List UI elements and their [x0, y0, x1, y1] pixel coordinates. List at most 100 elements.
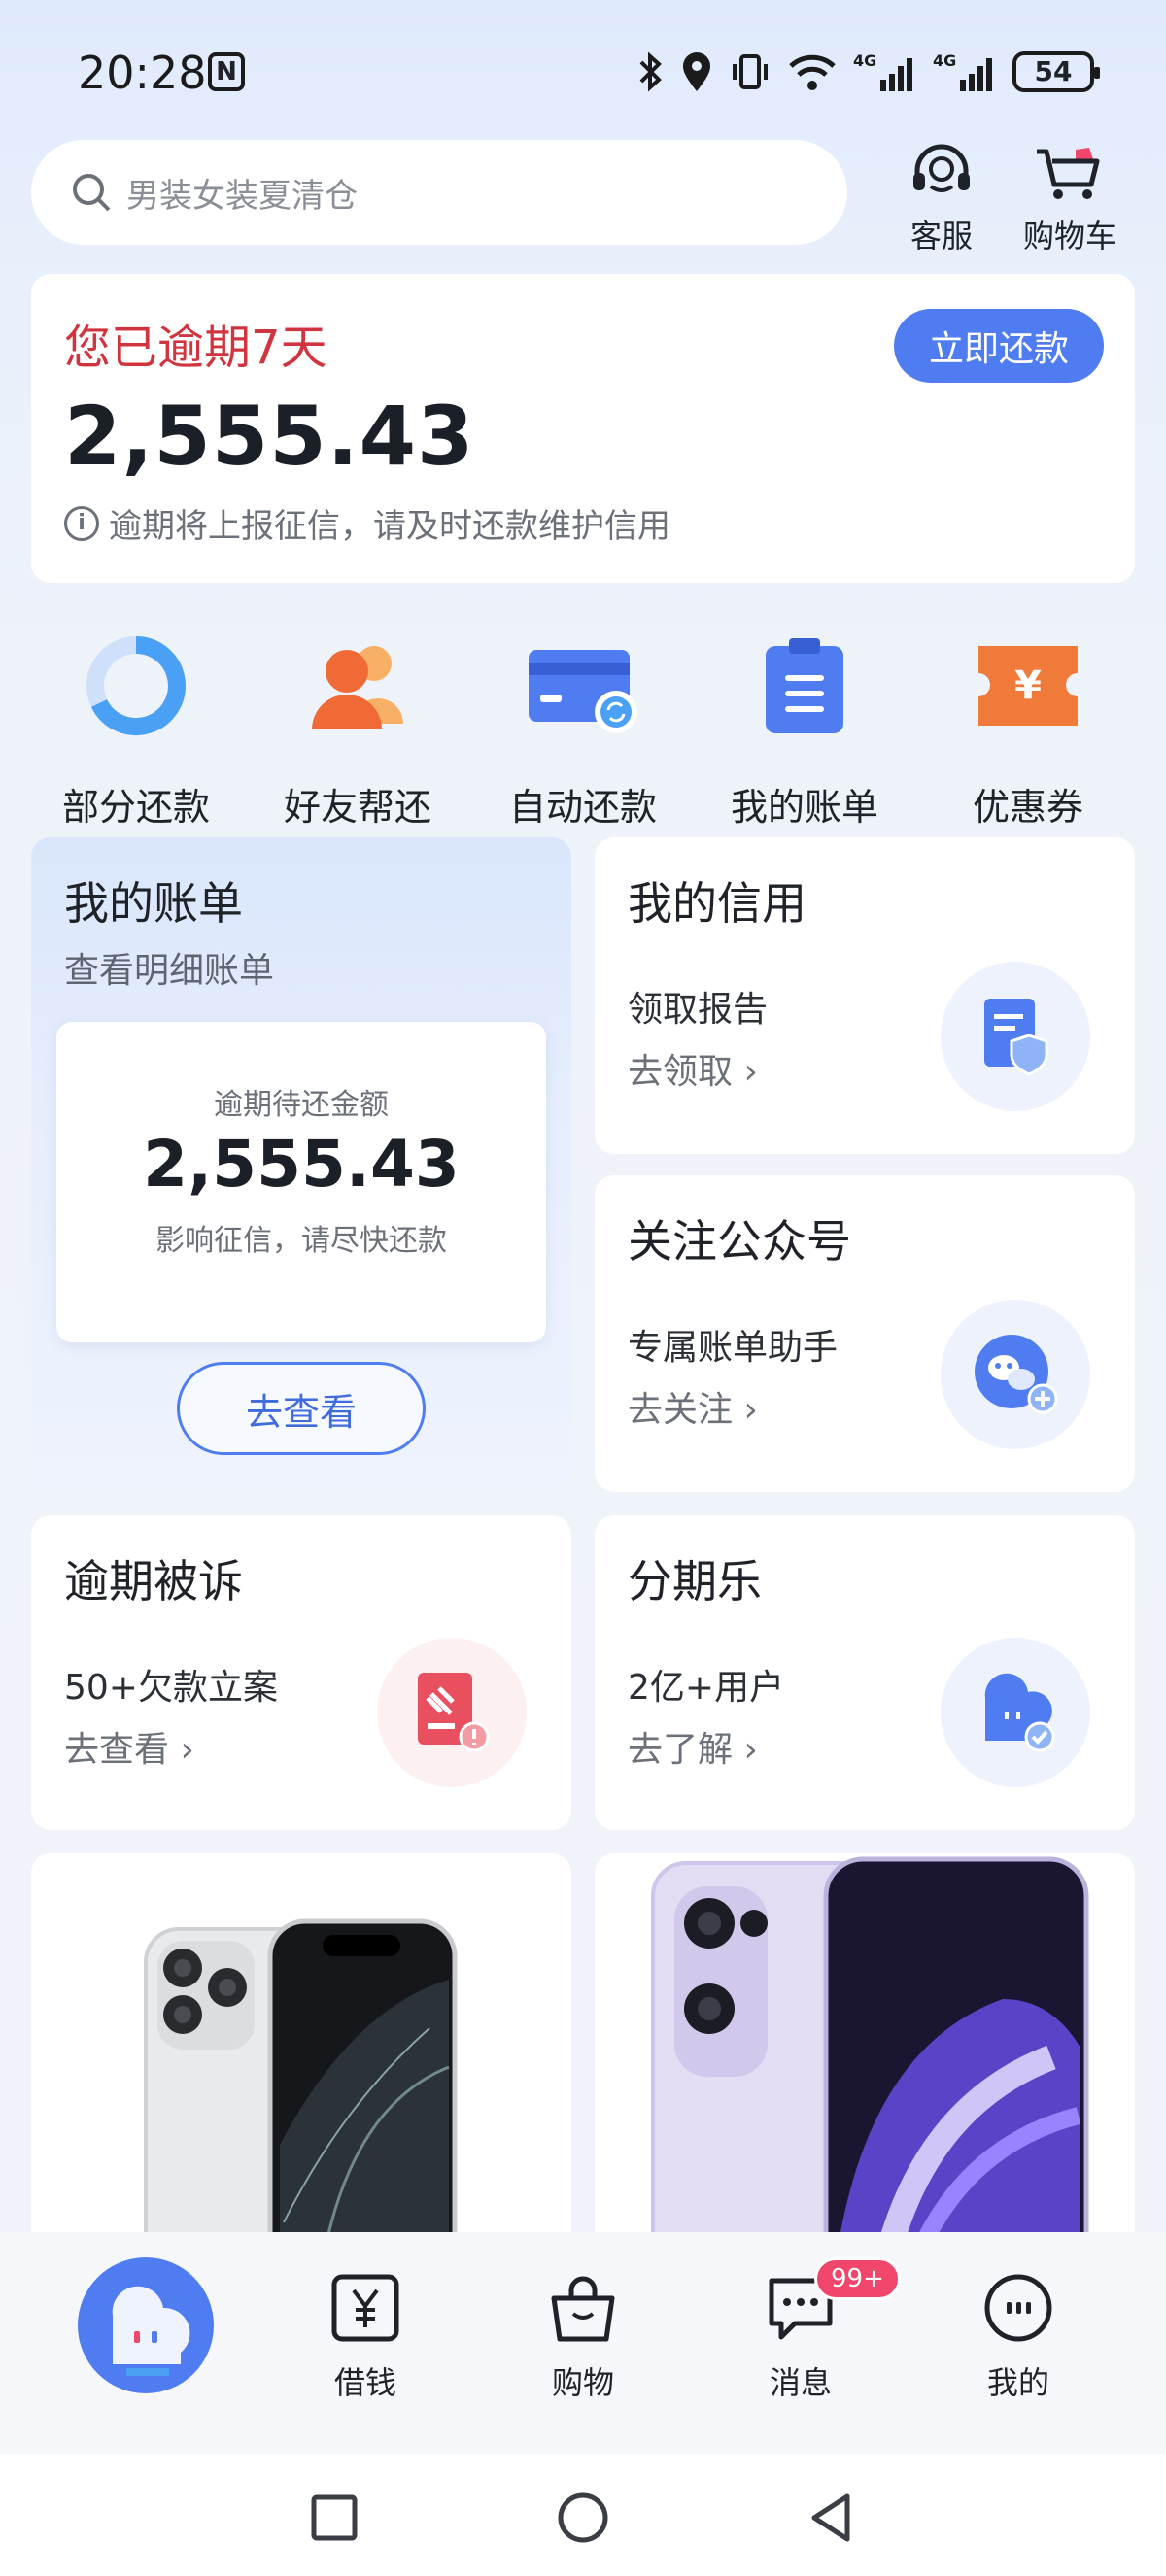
- quick-action-label: 好友帮还: [283, 786, 431, 829]
- clipboard-icon: [766, 638, 843, 733]
- follow-card-link-text: 去关注: [628, 1390, 734, 1430]
- credit-card-title: 我的信用: [628, 877, 806, 930]
- nfc-icon: N: [208, 52, 245, 91]
- quick-action-label: 部分还款: [61, 786, 210, 829]
- coupon-icon: ¥: [978, 646, 1078, 726]
- installment-card[interactable]: 分期乐 2亿+用户 去了解 ›: [595, 1515, 1135, 1830]
- installment-card-sub: 2亿+用户: [628, 1668, 785, 1708]
- overdue-note: i 逾期将上报征信，请及时还款维护信用: [64, 499, 670, 547]
- mascot-icon-wrap: [941, 1638, 1090, 1787]
- bluetooth-icon: [639, 51, 662, 92]
- product-card-iphone[interactable]: [31, 1853, 571, 2261]
- svg-text:4G: 4G: [933, 51, 956, 70]
- bill-inner-label: 逾期待还金额: [214, 1088, 389, 1122]
- yen-box-icon: [331, 2274, 399, 2342]
- lawsuit-card[interactable]: 逾期被诉 50+欠款立案 去查看 ›: [31, 1515, 571, 1830]
- nav-mine-label: 我的: [986, 2364, 1049, 2401]
- nav-shop[interactable]: 购物: [515, 2271, 651, 2403]
- bill-amount-panel: 逾期待还金额 2,555.43 影响征信，请尽快还款: [56, 1022, 546, 1342]
- signal-4g-icon-1: 4G: [853, 51, 912, 91]
- chevron-right-icon: ›: [743, 1730, 758, 1770]
- credit-card-sub: 领取报告: [628, 990, 769, 1030]
- credit-report-icon-wrap: [941, 962, 1090, 1111]
- report-shield-icon: [984, 999, 1048, 1076]
- bill-card-subtitle: 查看明细账单: [64, 951, 275, 991]
- home-circle-icon[interactable]: [556, 2491, 610, 2545]
- lawsuit-card-link[interactable]: 去查看 ›: [64, 1721, 194, 1772]
- follow-account-card[interactable]: 关注公众号 专属账单助手 去关注 ›: [595, 1175, 1135, 1492]
- quick-action-label: 优惠券: [972, 786, 1083, 829]
- product-card-oppo[interactable]: [595, 1853, 1135, 2261]
- donut-icon: [86, 636, 186, 735]
- iphone-product-image: [144, 1918, 458, 2261]
- mascot-icon: [112, 2286, 190, 2376]
- cart-button[interactable]: 购物车: [1016, 142, 1123, 256]
- search-placeholder: 男装女装夏清仓: [126, 176, 358, 216]
- overdue-card: 您已逾期7天 2,555.43 i 逾期将上报征信，请及时还款维护信用 立即还款: [31, 274, 1135, 583]
- nav-messages-label: 消息: [769, 2364, 832, 2401]
- wechat-add-icon: [975, 1335, 1058, 1414]
- back-triangle-icon[interactable]: [805, 2491, 859, 2545]
- installment-card-link[interactable]: 去了解 ›: [628, 1721, 758, 1772]
- location-icon: [683, 52, 710, 91]
- nav-messages[interactable]: 消息 99+: [733, 2257, 901, 2403]
- vibrate-icon: [733, 54, 768, 89]
- follow-card-link[interactable]: 去关注 ›: [628, 1381, 758, 1432]
- mascot-check-icon: [984, 1673, 1055, 1752]
- search-icon: [73, 174, 111, 212]
- quick-action-my-bill[interactable]: 我的账单: [698, 627, 911, 830]
- cart-label: 购物车: [1022, 218, 1116, 254]
- info-icon: i: [64, 505, 99, 541]
- bottom-navigation: 借钱 购物 消息 99+ 我的: [0, 2232, 1166, 2454]
- overdue-title: 您已逾期7天: [64, 321, 327, 375]
- quick-action-label: 自动还款: [508, 786, 657, 829]
- customer-service-button[interactable]: 客服: [888, 142, 995, 256]
- bill-inner-note: 影响征信，请尽快还款: [155, 1224, 447, 1258]
- headset-icon: [913, 144, 970, 192]
- nav-borrow[interactable]: 借钱: [297, 2271, 433, 2403]
- follow-card-sub: 专属账单助手: [628, 1328, 839, 1368]
- installment-card-link-text: 去了解: [628, 1730, 734, 1770]
- status-icons: 4G 4G 54: [637, 51, 1100, 93]
- overdue-amount: 2,555.43: [64, 389, 475, 484]
- lawsuit-card-link-text: 去查看: [64, 1730, 170, 1770]
- credit-card-link[interactable]: 去领取 ›: [628, 1043, 758, 1094]
- quick-action-auto-repay[interactable]: 自动还款: [476, 627, 690, 830]
- shopping-bag-icon: [551, 2276, 615, 2342]
- friends-icon: [312, 646, 403, 729]
- wifi-icon: [789, 54, 836, 90]
- quick-action-label: 我的账单: [730, 786, 878, 829]
- credit-card-link-text: 去领取: [628, 1052, 734, 1092]
- profile-circle-icon: [984, 2274, 1052, 2342]
- lawsuit-card-sub: 50+欠款立案: [64, 1668, 278, 1708]
- system-navigation-bar: [0, 2454, 1166, 2576]
- repay-now-button[interactable]: 立即还款: [894, 309, 1104, 383]
- my-credit-card[interactable]: 我的信用 领取报告 去领取 ›: [595, 837, 1135, 1154]
- clock: 20:28: [78, 47, 207, 99]
- follow-card-title: 关注公众号: [628, 1215, 851, 1268]
- search-bar[interactable]: 男装女装夏清仓: [31, 140, 847, 245]
- gavel-icon-wrap: [377, 1638, 527, 1787]
- nav-shop-label: 购物: [551, 2364, 614, 2401]
- bill-card-title: 我的账单: [64, 877, 243, 930]
- oppo-product-image: [651, 1856, 1089, 2261]
- lawsuit-card-title: 逾期被诉: [64, 1555, 243, 1608]
- my-bill-card[interactable]: 我的账单 查看明细账单 逾期待还金额 2,555.43 影响征信，请尽快还款 去…: [31, 837, 571, 1488]
- chevron-right-icon: ›: [743, 1390, 758, 1430]
- recent-apps-icon[interactable]: [309, 2492, 360, 2543]
- view-bill-button[interactable]: 去查看: [177, 1362, 426, 1455]
- nav-mine[interactable]: 我的: [950, 2271, 1086, 2403]
- svg-text:4G: 4G: [853, 51, 876, 70]
- svg-text:¥: ¥: [1014, 663, 1042, 708]
- quick-action-coupon[interactable]: ¥ 优惠券: [921, 627, 1135, 830]
- wechat-icon-wrap: [941, 1300, 1090, 1449]
- quick-action-friend-help[interactable]: 好友帮还: [251, 627, 464, 830]
- quick-action-partial-repay[interactable]: 部分还款: [29, 627, 243, 830]
- home-mascot-button[interactable]: [78, 2257, 214, 2393]
- overdue-note-text: 逾期将上报征信，请及时还款维护信用: [109, 507, 670, 546]
- status-bar: 20:28 N 4G 4G 54: [0, 0, 1166, 146]
- chevron-right-icon: ›: [180, 1730, 194, 1770]
- nav-borrow-label: 借钱: [333, 2364, 396, 2401]
- card-refresh-icon: [529, 650, 637, 733]
- signal-4g-icon-2: 4G: [933, 51, 992, 91]
